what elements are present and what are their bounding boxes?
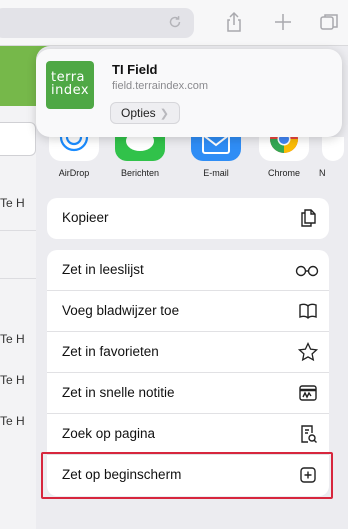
action-label: Zoek op pagina bbox=[62, 426, 156, 441]
action-find-in-page[interactable]: Zoek op pagina bbox=[47, 414, 329, 455]
tabs-icon[interactable] bbox=[318, 11, 340, 33]
app-url: field.terraindex.com bbox=[112, 80, 208, 92]
address-bar[interactable] bbox=[0, 8, 194, 38]
share-target-more-app[interactable]: N bbox=[314, 137, 344, 178]
action-reading-list[interactable]: Zet in leeslijst bbox=[47, 250, 329, 291]
action-label: Kopieer bbox=[62, 210, 109, 225]
share-target-label: E-mail bbox=[203, 168, 229, 178]
options-label: Opties bbox=[121, 106, 156, 120]
share-target-label: N bbox=[319, 168, 326, 178]
action-label: Zet op beginscherm bbox=[62, 467, 182, 482]
action-label: Voeg bladwijzer toe bbox=[62, 303, 180, 318]
more-app-icon bbox=[322, 137, 344, 161]
share-target-messages[interactable]: Berichten bbox=[110, 137, 170, 178]
book-icon bbox=[299, 303, 317, 319]
share-target-label: Berichten bbox=[120, 168, 160, 178]
share-targets-row: AirDrop Berichten E-mail Chrome N bbox=[36, 137, 348, 187]
messages-icon bbox=[115, 137, 165, 161]
background-row-text: Te H bbox=[0, 373, 25, 387]
action-add-bookmark[interactable]: Voeg bladwijzer toe bbox=[47, 291, 329, 332]
share-sheet-app-header: terra index TI Field field.terraindex.co… bbox=[36, 49, 342, 137]
add-square-icon bbox=[300, 467, 316, 483]
action-label: Zet in snelle notitie bbox=[62, 385, 175, 400]
background-divider bbox=[0, 230, 36, 231]
action-add-favorites[interactable]: Zet in favorieten bbox=[47, 332, 329, 373]
action-quick-note[interactable]: Zet in snelle notitie bbox=[47, 373, 329, 414]
share-icon[interactable] bbox=[223, 11, 245, 33]
background-row-text: Te H bbox=[0, 332, 25, 346]
action-group-main: Zet in leeslijst Voeg bladwijzer toe Zet… bbox=[47, 250, 329, 496]
app-logo-line2: index bbox=[51, 83, 90, 98]
find-in-page-icon bbox=[301, 425, 317, 443]
action-copy[interactable]: Kopieer bbox=[47, 198, 329, 239]
share-target-chrome[interactable]: Chrome bbox=[254, 137, 314, 178]
app-logo: terra index bbox=[46, 61, 94, 109]
action-group-copy: Kopieer bbox=[47, 198, 329, 239]
share-target-mail[interactable]: E-mail bbox=[186, 137, 246, 178]
background-row-text: Te H bbox=[0, 196, 25, 210]
share-target-airdrop[interactable]: AirDrop bbox=[44, 137, 104, 178]
action-label: Zet in favorieten bbox=[62, 344, 159, 359]
share-target-label: Chrome bbox=[267, 168, 300, 178]
chevron-right-icon: ❯ bbox=[159, 108, 169, 120]
options-button[interactable]: Opties ❯ bbox=[110, 102, 180, 124]
mail-icon bbox=[191, 137, 241, 161]
background-input bbox=[0, 122, 36, 156]
background-divider bbox=[0, 278, 36, 279]
share-target-label: AirDrop bbox=[58, 168, 90, 178]
action-label: Zet in leeslijst bbox=[62, 262, 144, 277]
glasses-icon bbox=[295, 265, 319, 277]
plus-icon[interactable] bbox=[272, 11, 294, 33]
chrome-icon bbox=[259, 137, 309, 161]
app-title: TI Field bbox=[112, 62, 158, 77]
airdrop-icon bbox=[49, 137, 99, 161]
browser-toolbar bbox=[0, 0, 348, 46]
action-add-to-home-screen[interactable]: Zet op beginscherm bbox=[47, 455, 329, 496]
star-icon bbox=[297, 341, 319, 362]
quick-note-icon bbox=[299, 385, 317, 401]
copy-icon bbox=[301, 209, 316, 227]
background-row-text: Te H bbox=[0, 414, 25, 428]
reload-icon[interactable] bbox=[166, 13, 184, 31]
